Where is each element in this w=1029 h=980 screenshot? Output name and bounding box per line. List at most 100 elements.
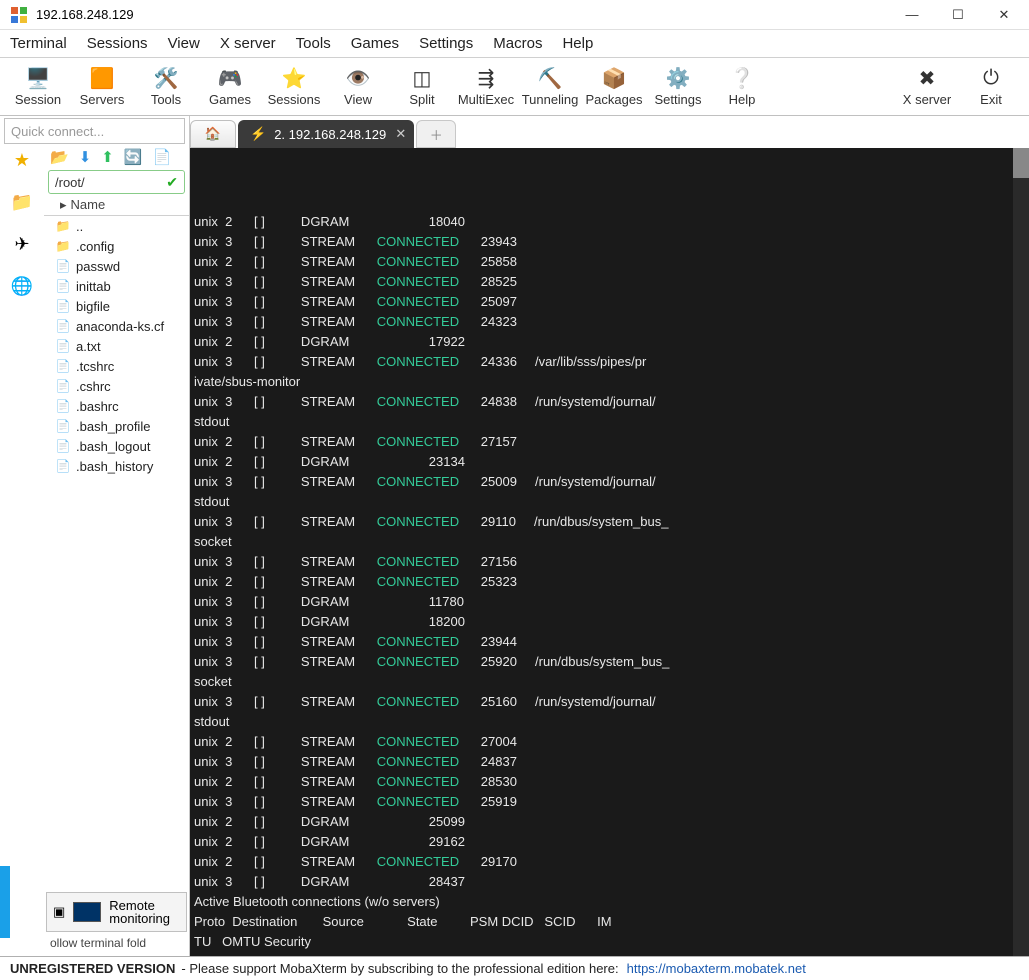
terminal-line: socket — [194, 532, 1021, 552]
file-row[interactable]: 📄 bigfile — [44, 296, 189, 316]
file-icon: 📄 — [56, 299, 70, 313]
tool-servers[interactable]: 🟧Servers — [70, 60, 134, 114]
file-row[interactable]: 📄.tcshrc — [44, 356, 189, 376]
terminal-line: unix 3 [ ] DGRAM 11780 — [194, 592, 1021, 612]
tool-tunneling[interactable]: ⛏️Tunneling — [518, 60, 582, 114]
tool-view[interactable]: 👁️View — [326, 60, 390, 114]
terminal-line: unix 2 [ ] DGRAM 25099 — [194, 812, 1021, 832]
tool-help[interactable]: ❔Help — [710, 60, 774, 114]
tab-session[interactable]: ⚡ 2. 192.168.248.129 ✕ — [238, 120, 414, 148]
open-folder-icon[interactable]: 📂 — [50, 148, 69, 166]
sessions-tab-icon[interactable]: 📁 — [10, 190, 34, 214]
file-row[interactable]: 📄passwd — [44, 256, 189, 276]
tool-split[interactable]: ◫Split — [390, 60, 454, 114]
terminal-line: Proto Destination Source State Channel — [194, 952, 1021, 956]
terminal[interactable]: unix 2 [ ] DGRAM 18040 unix 3 [ ] STREAM… — [190, 148, 1029, 956]
terminal-line: unix 2 [ ] STREAM CONNECTED 28530 — [194, 772, 1021, 792]
tool-settings[interactable]: ⚙️Settings — [646, 60, 710, 114]
terminal-line: unix 3 [ ] STREAM CONNECTED 27156 — [194, 552, 1021, 572]
file-row[interactable]: 📄.bash_history — [44, 456, 189, 476]
tools-icon: 🛠️ — [154, 66, 178, 90]
file-row[interactable]: 📄.bash_logout — [44, 436, 189, 456]
remote-monitoring-button[interactable]: ▣ Remotemonitoring — [46, 892, 187, 932]
monitor-icon — [73, 902, 101, 922]
favorites-icon[interactable]: ★ — [10, 148, 34, 172]
terminal-line: stdout — [194, 712, 1021, 732]
menu-help[interactable]: Help — [562, 35, 593, 52]
settings-icon: ⚙️ — [666, 66, 690, 90]
file-row[interactable]: 📄.bash_profile — [44, 416, 189, 436]
menu-x-server[interactable]: X server — [220, 35, 276, 52]
new-file-icon[interactable]: 📄 — [153, 148, 172, 166]
menu-sessions[interactable]: Sessions — [87, 35, 148, 52]
file-name: .config — [76, 239, 114, 254]
file-name: anaconda-ks.cf — [76, 319, 164, 334]
terminal-line: unix 3 [ ] STREAM CONNECTED 25919 — [194, 792, 1021, 812]
file-row[interactable]: 📄.cshrc — [44, 376, 189, 396]
scrollbar-thumb[interactable] — [1013, 148, 1029, 178]
menu-macros[interactable]: Macros — [493, 35, 542, 52]
tool-games[interactable]: 🎮Games — [198, 60, 262, 114]
status-link[interactable]: https://mobaxterm.mobatek.net — [627, 961, 806, 976]
terminal-line: unix 3 [ ] STREAM CONNECTED 25920 /run/d… — [194, 652, 1021, 672]
file-name: inittab — [76, 279, 111, 294]
file-icon: 📄 — [56, 359, 70, 373]
terminal-line: unix 3 [ ] STREAM CONNECTED 24323 — [194, 312, 1021, 332]
close-button[interactable]: ✕ — [981, 0, 1027, 30]
path-text: /root/ — [55, 175, 85, 190]
menu-terminal[interactable]: Terminal — [10, 35, 67, 52]
menu-tools[interactable]: Tools — [296, 35, 331, 52]
file-panel: 📂⬇⬆🔄📄 /root/ ✔ ▸Name 📁..📁.config📄passwd📄… — [44, 144, 189, 956]
file-icon: 📄 — [56, 279, 70, 293]
terminal-line: unix 3 [ ] STREAM CONNECTED 25160 /run/s… — [194, 692, 1021, 712]
file-row[interactable]: 📁.. — [44, 216, 189, 236]
tool-session[interactable]: 🖥️Session — [6, 60, 70, 114]
terminal-line: unix 2 [ ] STREAM CONNECTED 27157 — [194, 432, 1021, 452]
maximize-button[interactable]: ☐ — [935, 0, 981, 30]
file-row[interactable]: 📄a.txt — [44, 336, 189, 356]
quick-connect-input[interactable]: Quick connect... — [4, 118, 185, 144]
file-header[interactable]: ▸Name — [44, 194, 189, 216]
terminal-line: TU OMTU Security — [194, 932, 1021, 952]
scrollbar[interactable] — [1013, 148, 1029, 956]
file-name: .bashrc — [76, 399, 119, 414]
menu-settings[interactable]: Settings — [419, 35, 473, 52]
file-icon: 📄 — [56, 439, 70, 453]
upload-icon[interactable]: ⬆ — [101, 148, 114, 166]
tab-home[interactable]: 🏠 — [190, 120, 236, 148]
refresh-icon[interactable]: 🔄 — [124, 148, 143, 166]
tool-x server[interactable]: ✖X server — [895, 60, 959, 114]
file-icon: 📄 — [56, 379, 70, 393]
sessions-icon: ⭐ — [282, 66, 306, 90]
tool-exit[interactable]: ⏻Exit — [959, 60, 1023, 114]
tab-close-icon[interactable]: ✕ — [395, 126, 406, 142]
tunneling-icon: ⛏️ — [538, 66, 562, 90]
file-row[interactable]: 📄anaconda-ks.cf — [44, 316, 189, 336]
macros-tab-icon[interactable]: ✈ — [10, 232, 34, 256]
tab-new[interactable]: ＋ — [416, 120, 456, 148]
file-row[interactable]: 📄 inittab — [44, 276, 189, 296]
file-name: .bash_history — [76, 459, 153, 474]
file-row[interactable]: 📄.bashrc — [44, 396, 189, 416]
terminal-line: ivate/sbus-monitor — [194, 372, 1021, 392]
tool-packages[interactable]: 📦Packages — [582, 60, 646, 114]
file-name: .bash_profile — [76, 419, 150, 434]
terminal-pane: 🏠 ⚡ 2. 192.168.248.129 ✕ ＋ unix 2 [ ] DG… — [190, 116, 1029, 956]
terminal-line: unix 2 [ ] STREAM CONNECTED 29170 — [194, 852, 1021, 872]
tool-sessions[interactable]: ⭐Sessions — [262, 60, 326, 114]
download-icon[interactable]: ⬇ — [79, 148, 92, 166]
minimize-button[interactable]: — — [889, 0, 935, 30]
file-row[interactable]: 📁.config — [44, 236, 189, 256]
tab-bar: 🏠 ⚡ 2. 192.168.248.129 ✕ ＋ — [190, 116, 1029, 148]
globe-icon[interactable]: 🌐 — [10, 274, 34, 298]
home-icon: 🏠 — [205, 126, 221, 142]
tool-multiexec[interactable]: ⇶MultiExec — [454, 60, 518, 114]
terminal-line: unix 3 [ ] STREAM CONNECTED 24838 /run/s… — [194, 392, 1021, 412]
menu-view[interactable]: View — [168, 35, 200, 52]
tool-tools[interactable]: 🛠️Tools — [134, 60, 198, 114]
menu-games[interactable]: Games — [351, 35, 399, 52]
quick-connect-placeholder: Quick connect... — [11, 124, 104, 139]
file-name: bigfile — [76, 299, 110, 314]
file-list[interactable]: ▸Name 📁..📁.config📄passwd 📄 inittab 📄 bigfile… — [44, 194, 189, 770]
path-input[interactable]: /root/ ✔ — [48, 170, 185, 194]
